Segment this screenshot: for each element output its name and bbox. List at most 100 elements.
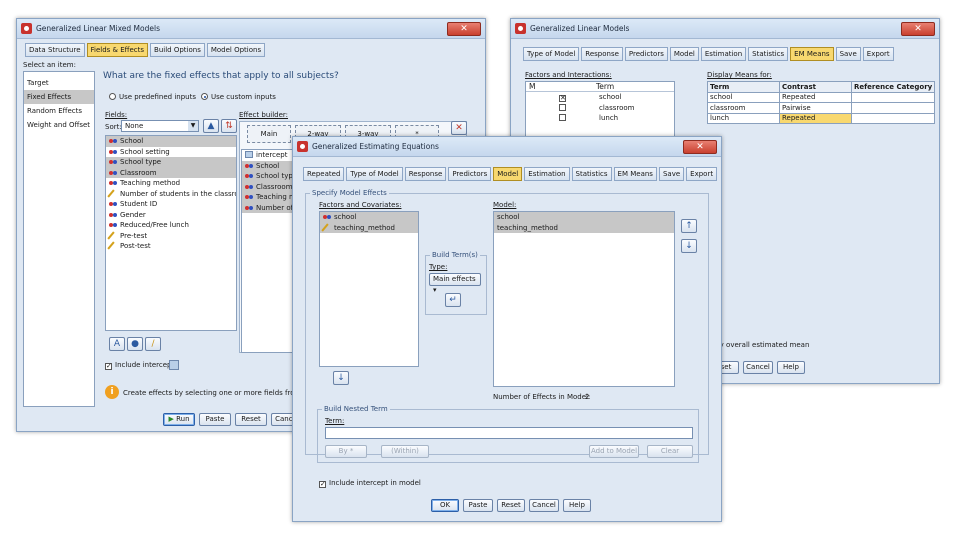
tab-em-means[interactable]: EM Means (613, 167, 657, 181)
tab-type-of-model[interactable]: Type of Model (346, 167, 403, 181)
radio-predefined[interactable]: Use predefined inputs (109, 93, 196, 101)
tab-statistics[interactable]: Statistics (571, 167, 612, 181)
sort-dropdown[interactable]: None ▼ (121, 120, 199, 132)
tab-save[interactable]: Save (658, 167, 685, 181)
field-filter-all-icon[interactable]: A (109, 337, 125, 351)
means-row[interactable]: lunch Repeated (707, 112, 936, 124)
model-term-item[interactable]: teaching_method (494, 222, 674, 233)
close-icon[interactable]: ✕ (901, 21, 935, 36)
tab-build-options[interactable]: Build Options (150, 43, 205, 57)
tab-save[interactable]: Save (835, 47, 861, 61)
tab-estimation[interactable]: Estimation (700, 47, 747, 61)
tab-statistics[interactable]: Statistics (748, 47, 789, 61)
means-ref[interactable] (850, 91, 936, 103)
means-ref[interactable] (850, 102, 936, 114)
effect-item[interactable]: Classroom (242, 181, 294, 192)
radio-custom[interactable]: Use custom inputs (201, 93, 276, 101)
field-item[interactable]: Teaching method (106, 178, 236, 189)
tab-fields-effects[interactable]: Fields & Effects (86, 43, 149, 57)
factor-checkbox[interactable] (529, 103, 599, 114)
move-down-icon[interactable]: ↓ (681, 239, 697, 253)
sort-up-icon[interactable]: ▲ (203, 119, 219, 133)
glmm-titlebar[interactable]: Generalized Linear Mixed Models ✕ (17, 19, 485, 39)
effect-item[interactable]: School (242, 160, 294, 171)
tab-predictors[interactable]: Predictors (448, 167, 492, 181)
glm-cancel-button[interactable]: Cancel (743, 361, 773, 374)
field-item[interactable]: Classroom (106, 167, 236, 178)
reset-button[interactable]: Reset (235, 413, 267, 426)
tab-response[interactable]: Response (581, 47, 623, 61)
nav-item-fixed-effects[interactable]: Fixed Effects (24, 90, 94, 104)
move-up-icon[interactable]: ↑ (681, 219, 697, 233)
within-button[interactable]: (Within) (381, 445, 429, 458)
nav-item-weight-offset[interactable]: Weight and Offset (24, 118, 94, 132)
add-to-model-button[interactable]: Add to Model (589, 445, 639, 458)
glm-titlebar[interactable]: Generalized Linear Models ✕ (511, 19, 939, 39)
tab-model-options[interactable]: Model Options (206, 43, 266, 57)
effect-item[interactable]: intercept (242, 150, 294, 161)
gee-include-intercept[interactable]: ✓ Include intercept in model (319, 479, 421, 488)
sort-alpha-icon[interactable]: ⇅ (221, 119, 237, 133)
field-filter-nominal-icon[interactable]: ● (127, 337, 143, 351)
means-ref[interactable] (850, 112, 936, 124)
tab-export[interactable]: Export (686, 167, 718, 181)
field-item[interactable]: School (106, 136, 236, 147)
nav-item-random-effects[interactable]: Random Effects (24, 104, 94, 118)
field-item[interactable]: School setting (106, 147, 236, 158)
factor-checkbox[interactable] (529, 113, 599, 124)
paste-button[interactable]: Paste (199, 413, 231, 426)
run-button[interactable]: ▶ Run (163, 413, 195, 426)
means-row[interactable]: school Repeated (707, 91, 936, 103)
include-intercept-checkbox[interactable]: ✓ (105, 363, 112, 370)
build-term-arrow-icon[interactable]: ↵ (445, 293, 461, 307)
empty-box-icon[interactable] (559, 114, 566, 121)
tab-type-of-model[interactable]: Type of Model (523, 47, 580, 61)
include-intercept[interactable]: ✓ Include intercept (105, 361, 174, 370)
nested-term-input[interactable] (325, 427, 693, 439)
field-item[interactable]: Post-test (106, 241, 236, 252)
means-contrast[interactable]: Repeated (779, 91, 852, 103)
means-contrast[interactable]: Repeated (779, 112, 852, 124)
gee-include-intercept-checkbox[interactable]: ✓ (319, 481, 326, 488)
tab-response[interactable]: Response (404, 167, 447, 181)
means-contrast[interactable]: Pairwise (779, 102, 852, 114)
radio-predefined-icon[interactable] (109, 93, 116, 100)
gee-help-button[interactable]: Help (563, 499, 591, 512)
gee-factor-item[interactable]: teaching_method (320, 222, 418, 233)
close-icon[interactable]: ✕ (683, 139, 717, 154)
field-filter-scale-icon[interactable]: / (145, 337, 161, 351)
tab-repeated[interactable]: Repeated (303, 167, 345, 181)
field-item[interactable]: Student ID (106, 199, 236, 210)
glm-help-button[interactable]: Help (777, 361, 805, 374)
means-row[interactable]: classroom Pairwise (707, 102, 936, 114)
effect-item[interactable]: Teaching m (242, 192, 294, 203)
tab-model[interactable]: Model (493, 167, 523, 181)
factor-checkbox[interactable]: ✕ (529, 92, 599, 103)
field-item[interactable]: Number of students in the classro... (106, 189, 236, 200)
gee-reset-button[interactable]: Reset (497, 499, 525, 512)
clear-button[interactable]: Clear (647, 445, 693, 458)
by-button[interactable]: By * (325, 445, 367, 458)
tab-model[interactable]: Model (669, 47, 699, 61)
close-icon[interactable]: ✕ (447, 21, 481, 36)
ok-button[interactable]: OK (431, 499, 459, 512)
delete-effect-icon[interactable]: ✕ (451, 121, 467, 135)
gee-titlebar[interactable]: Generalized Estimating Equations ✕ (293, 137, 721, 157)
nav-item-target[interactable]: Target (24, 76, 94, 90)
field-item[interactable]: School type (106, 157, 236, 168)
builder-main[interactable]: Main (247, 125, 291, 143)
chevron-down-icon[interactable]: ▼ (188, 121, 198, 131)
move-to-model-icon[interactable]: ↓ (333, 371, 349, 385)
model-term-item[interactable]: school (494, 212, 674, 223)
effect-item[interactable]: Number of (242, 202, 294, 213)
field-item[interactable]: Pre-test (106, 231, 236, 242)
checked-box-icon[interactable]: ✕ (559, 95, 566, 102)
radio-custom-icon[interactable] (201, 93, 208, 100)
type-dropdown[interactable]: Main effects ▾ (429, 273, 481, 294)
tab-export[interactable]: Export (862, 47, 894, 61)
gee-cancel-button[interactable]: Cancel (529, 499, 559, 512)
gee-paste-button[interactable]: Paste (463, 499, 493, 512)
field-item[interactable]: Reduced/Free lunch (106, 220, 236, 231)
tab-predictors[interactable]: Predictors (624, 47, 668, 61)
field-item[interactable]: Gender (106, 210, 236, 221)
